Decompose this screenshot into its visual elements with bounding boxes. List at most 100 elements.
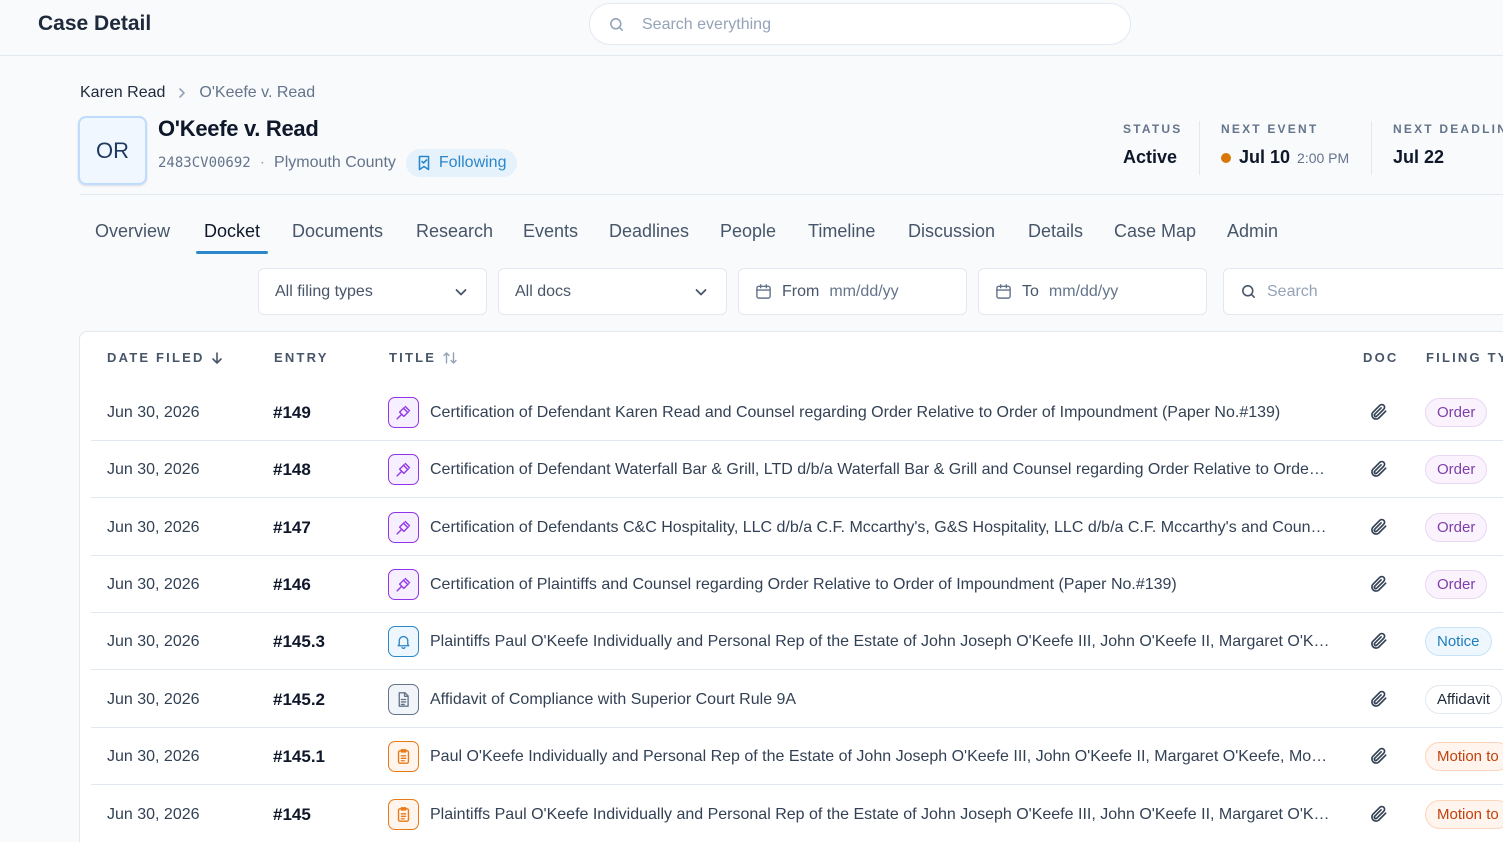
event-dot (1221, 152, 1231, 163)
table-row[interactable]: Jun 30, 2026 #145.2 Affidavit of Complia… (91, 671, 1503, 728)
header-title[interactable]: TITLE (389, 350, 458, 365)
tab-documents[interactable]: Documents (292, 210, 383, 254)
status-label: STATUS (1123, 122, 1183, 136)
row-title[interactable]: Paul O'Keefe Individually and Personal R… (430, 728, 1330, 785)
gavel-icon (388, 397, 419, 428)
row-title[interactable]: Certification of Defendant Karen Read an… (430, 384, 1330, 441)
row-entry: #145.1 (273, 747, 325, 766)
row-title[interactable]: Affidavit of Compliance with Superior Co… (430, 671, 1330, 728)
stat-divider (1371, 121, 1372, 175)
global-search-input[interactable] (642, 12, 1102, 38)
filing-type-badge: Motion to (1425, 800, 1503, 829)
tab-research[interactable]: Research (416, 210, 493, 254)
row-date: Jun 30, 2026 (107, 576, 200, 593)
row-entry: #146 (273, 575, 311, 594)
row-title[interactable]: Plaintiffs Paul O'Keefe Individually and… (430, 613, 1330, 670)
row-title[interactable]: Certification of Defendant Waterfall Bar… (430, 441, 1330, 498)
paperclip-icon[interactable] (1369, 689, 1389, 714)
case-title: O'Keefe v. Read (158, 116, 319, 141)
paperclip-icon[interactable] (1369, 804, 1389, 829)
next-event-stat[interactable]: NEXT EVENT Jul 10 2:00 PM (1221, 122, 1349, 168)
tab-case-map[interactable]: Case Map (1114, 210, 1196, 254)
tab-details[interactable]: Details (1028, 210, 1083, 254)
docket-search-input[interactable]: Search (1223, 268, 1503, 315)
header-date-filed-label: DATE FILED (107, 350, 205, 365)
next-deadline-label: NEXT DEADLINE (1393, 122, 1503, 136)
table-row[interactable]: Jun 30, 2026 #145.3 Plaintiffs Paul O'Ke… (91, 613, 1503, 670)
paperclip-icon[interactable] (1369, 402, 1389, 427)
tab-discussion[interactable]: Discussion (908, 210, 995, 254)
row-title[interactable]: Certification of Defendants C&C Hospital… (430, 499, 1330, 556)
row-date: Jun 30, 2026 (107, 748, 200, 765)
filing-type-badge: Order (1425, 513, 1488, 542)
to-label: To (1022, 282, 1039, 300)
tab-overview[interactable]: Overview (95, 210, 170, 254)
tab-admin[interactable]: Admin (1227, 210, 1278, 254)
paperclip-icon[interactable] (1369, 746, 1389, 771)
header-date-filed[interactable]: DATE FILED (107, 350, 223, 365)
row-date: Jun 30, 2026 (107, 691, 200, 708)
filing-type-badge: Order (1425, 398, 1488, 427)
table-row[interactable]: Jun 30, 2026 #145.1 Paul O'Keefe Individ… (91, 728, 1503, 785)
row-entry: #147 (273, 518, 311, 537)
paperclip-icon[interactable] (1369, 574, 1389, 599)
filing-type-badge: Order (1425, 570, 1488, 599)
tab-timeline[interactable]: Timeline (808, 210, 875, 254)
case-number: 2483CV00692 (158, 155, 251, 171)
next-event-label: NEXT EVENT (1221, 122, 1319, 136)
header-entry[interactable]: ENTRY (274, 350, 329, 365)
row-title[interactable]: Plaintiffs Paul O'Keefe Individually and… (430, 786, 1330, 842)
clipboard-icon (388, 741, 419, 772)
from-placeholder: mm/dd/yy (829, 282, 899, 300)
app-title: Case Detail (38, 12, 152, 35)
to-placeholder: mm/dd/yy (1048, 282, 1119, 300)
chevron-down-icon (454, 285, 468, 304)
paperclip-icon[interactable] (1369, 459, 1389, 484)
case-county: Plymouth County (274, 154, 396, 171)
row-entry: #145 (273, 805, 311, 824)
table-row[interactable]: Jun 30, 2026 #148 Certification of Defen… (91, 441, 1503, 498)
table-row[interactable]: Jun 30, 2026 #146 Certification of Plain… (91, 556, 1503, 613)
docs-value: All docs (515, 282, 572, 300)
tab-people[interactable]: People (720, 210, 776, 254)
filing-type-badge: Order (1425, 455, 1488, 484)
case-meta: 2483CV00692 · Plymouth County Following (158, 149, 518, 177)
header-title-label: TITLE (389, 350, 437, 365)
tab-events[interactable]: Events (523, 210, 578, 254)
bell-icon (388, 626, 419, 657)
paperclip-icon[interactable] (1369, 517, 1389, 542)
table-row[interactable]: Jun 30, 2026 #149 Certification of Defen… (91, 384, 1503, 441)
status-value: Active (1123, 147, 1178, 167)
arrow-down-icon (211, 351, 222, 364)
docket-search-placeholder: Search (1267, 282, 1318, 300)
paperclip-icon[interactable] (1369, 631, 1389, 656)
global-search[interactable] (589, 3, 1131, 45)
chevron-down-icon (694, 285, 708, 304)
filing-type-select[interactable]: All filing types (258, 268, 487, 315)
document-icon (388, 684, 419, 715)
table-row[interactable]: Jun 30, 2026 #147 Certification of Defen… (91, 499, 1503, 556)
row-entry: #145.3 (273, 632, 325, 651)
row-entry: #149 (273, 403, 311, 422)
filing-type-value: All filing types (275, 282, 373, 300)
tab-deadlines[interactable]: Deadlines (609, 210, 689, 254)
table-row[interactable]: Jun 30, 2026 #145 Plaintiffs Paul O'Keef… (91, 786, 1503, 842)
row-title[interactable]: Certification of Plaintiffs and Counsel … (430, 556, 1330, 613)
header-divider (80, 194, 1503, 195)
gavel-icon (388, 454, 419, 485)
search-icon (1240, 283, 1257, 300)
meta-separator: · (259, 154, 266, 171)
header-filing-type[interactable]: FILING TYPE (1426, 350, 1503, 365)
breadcrumb-root-link[interactable]: Karen Read (80, 84, 165, 102)
calendar-icon (755, 283, 772, 300)
to-date-input[interactable]: To mm/dd/yy (978, 268, 1207, 315)
search-icon (608, 16, 625, 38)
gavel-icon (388, 569, 419, 600)
tab-docket[interactable]: Docket (204, 210, 260, 254)
from-date-input[interactable]: From mm/dd/yy (738, 268, 967, 315)
following-label: Following (438, 154, 507, 171)
following-button[interactable]: Following (405, 149, 518, 177)
next-deadline-stat[interactable]: NEXT DEADLINE Jul 22 (1393, 122, 1503, 168)
docs-select[interactable]: All docs (498, 268, 727, 315)
status-stat: STATUS Active (1123, 122, 1182, 168)
